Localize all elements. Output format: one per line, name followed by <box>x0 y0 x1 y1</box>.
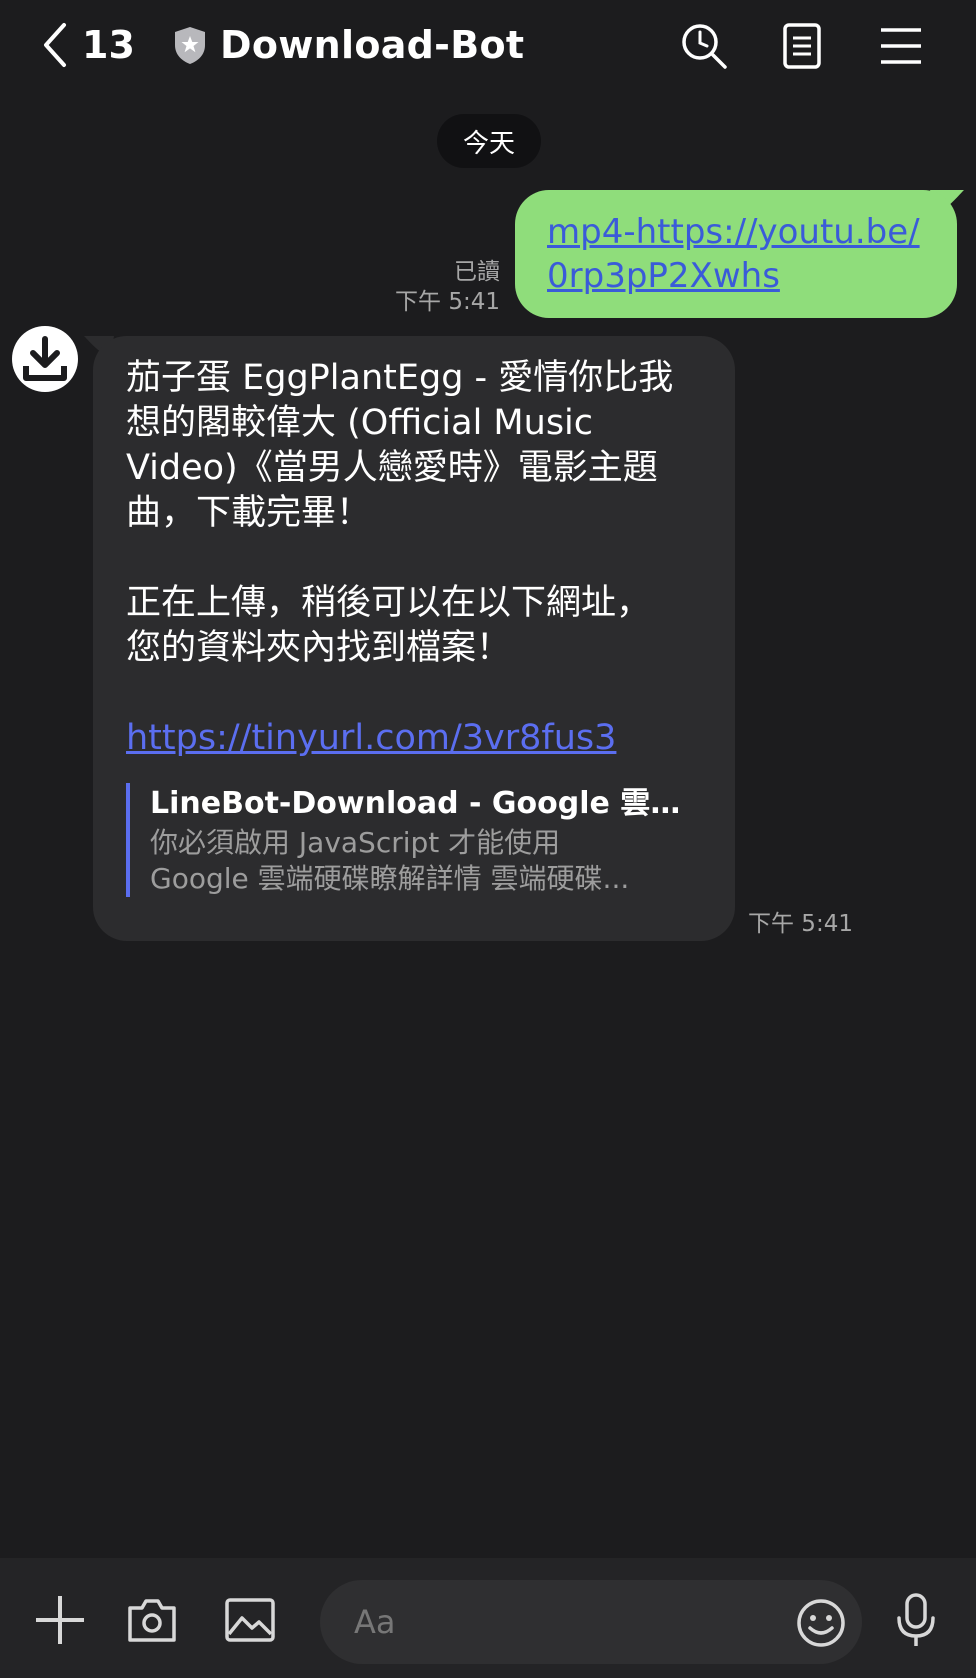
message-input-wrapper <box>320 1580 862 1664</box>
incoming-message-bubble[interactable]: 茄子蛋 EggPlantEgg - 愛情你比我 想的閣較偉大 (Official… <box>93 336 735 941</box>
shield-icon <box>175 27 205 64</box>
date-divider: 今天 <box>437 114 541 168</box>
emoji-icon[interactable] <box>796 1598 846 1648</box>
microphone-icon <box>897 1593 935 1646</box>
chat-title-area[interactable]: Download-Bot <box>172 20 524 70</box>
image-icon <box>225 1598 275 1642</box>
message-line: 您的資料夾內找到檔案！ <box>126 628 512 668</box>
message-line: Video)《當男人戀愛時》電影主題 <box>126 448 658 488</box>
search-button[interactable] <box>676 18 732 74</box>
link-preview-desc-line: Google 雲端硬碟瞭解詳情 雲端硬碟... <box>150 862 630 895</box>
message-input[interactable] <box>354 1603 774 1641</box>
outgoing-timestamp: 下午 5:41 <box>395 289 500 315</box>
message-line: 曲，下載完畢！ <box>126 493 372 533</box>
menu-icon <box>881 28 921 64</box>
link-preview-card[interactable]: LineBot-Download - Google 雲端... 你必須啟用 Ja… <box>126 783 705 897</box>
chat-header: 13 Download-Bot <box>0 0 976 90</box>
message-input-bar <box>0 1558 976 1678</box>
read-status: 已讀 <box>454 259 500 285</box>
camera-button[interactable] <box>122 1590 182 1650</box>
message-line: 茄子蛋 EggPlantEgg - 愛情你比我 <box>126 358 674 398</box>
back-button[interactable]: 13 <box>38 20 135 70</box>
link-preview-description: 你必須啟用 JavaScript 才能使用 Google 雲端硬碟瞭解詳情 雲端… <box>150 825 705 897</box>
camera-icon <box>128 1599 176 1642</box>
chat-screen: 13 Download-Bot 今天 已讀 下午 5:41 mp4-https:… <box>0 0 976 1678</box>
notes-icon <box>783 23 821 69</box>
unread-count: 13 <box>82 23 135 67</box>
download-icon <box>23 336 67 381</box>
add-button[interactable] <box>30 1590 90 1650</box>
outgoing-message-link[interactable]: mp4-https://youtu.be/0rp3pP2Xwhs <box>547 212 920 296</box>
search-icon <box>682 24 727 69</box>
chat-title: Download-Bot <box>220 23 525 67</box>
plus-icon <box>36 1596 84 1644</box>
gallery-button[interactable] <box>220 1590 280 1650</box>
notes-button[interactable] <box>774 18 830 74</box>
message-line: 想的閣較偉大 (Official Music <box>126 403 594 443</box>
download-folder-link[interactable]: https://tinyurl.com/3vr8fus3 <box>126 716 705 761</box>
menu-button[interactable] <box>873 18 929 74</box>
incoming-timestamp: 下午 5:41 <box>748 911 853 937</box>
link-preview-title: LineBot-Download - Google 雲端... <box>150 786 705 821</box>
link-preview-desc-line: 你必須啟用 JavaScript 才能使用 <box>150 826 561 859</box>
message-line: 正在上傳，稍後可以在以下網址， <box>126 583 652 623</box>
bot-avatar[interactable] <box>12 326 78 392</box>
outgoing-message-bubble[interactable]: mp4-https://youtu.be/0rp3pP2Xwhs <box>515 190 957 318</box>
voice-button[interactable] <box>886 1590 946 1650</box>
chevron-left-icon <box>44 23 66 67</box>
